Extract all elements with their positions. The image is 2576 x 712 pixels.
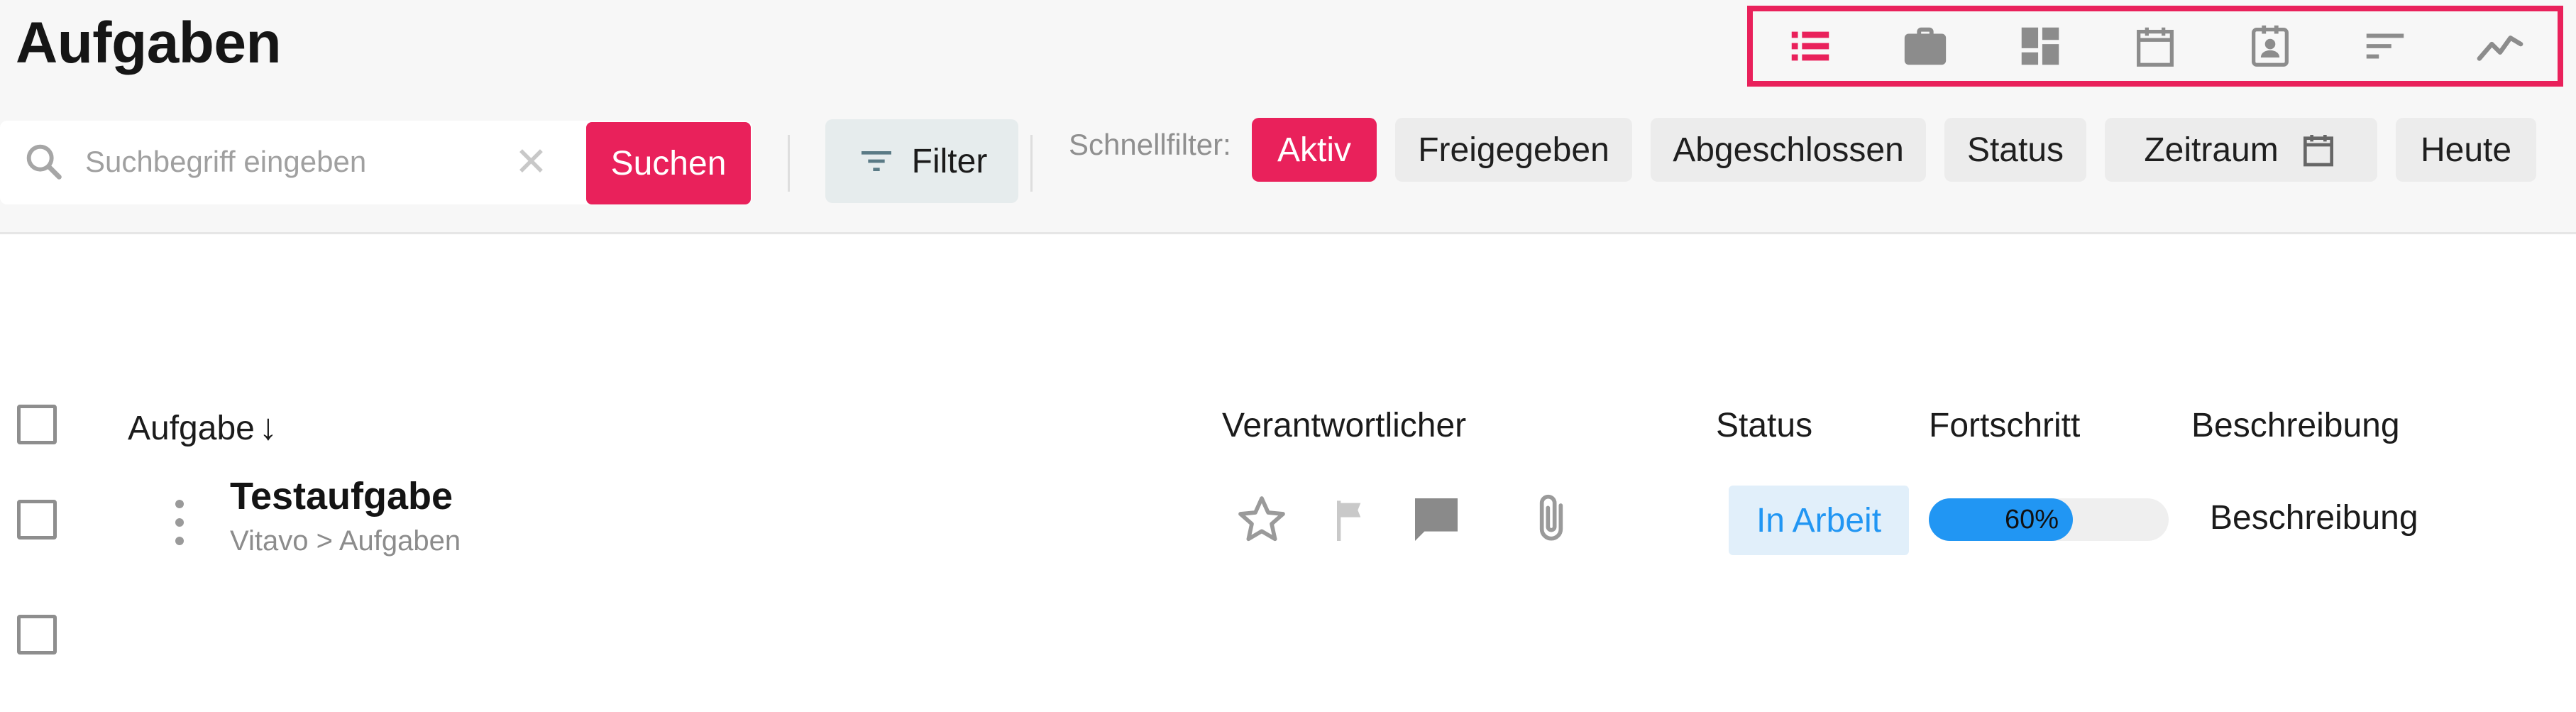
favorite-button[interactable] bbox=[1232, 490, 1292, 549]
chip-label: Aktiv bbox=[1277, 131, 1351, 169]
quick-filter-zeitraum[interactable]: Zeitraum bbox=[2105, 118, 2377, 182]
calendar-icon bbox=[2137, 27, 2174, 67]
description-cell: Beschreibung bbox=[2210, 499, 2418, 537]
filter-label: Filter bbox=[911, 142, 988, 180]
divider bbox=[788, 135, 790, 192]
flag-button[interactable] bbox=[1321, 490, 1381, 549]
view-board-button[interactable] bbox=[2008, 14, 2072, 78]
quick-filter-aktiv[interactable]: Aktiv bbox=[1252, 118, 1377, 182]
task-title[interactable]: Testaufgabe bbox=[230, 474, 453, 518]
filter-icon bbox=[861, 151, 891, 171]
view-contacts-button[interactable] bbox=[2238, 14, 2302, 78]
select-all-checkbox[interactable] bbox=[17, 405, 57, 444]
progress-bar: 60% bbox=[1929, 498, 2169, 541]
list-view-icon bbox=[1791, 31, 1829, 61]
search-icon bbox=[26, 144, 62, 180]
quick-filter-abgeschlossen[interactable]: Abgeschlossen bbox=[1651, 118, 1926, 182]
clear-search-icon[interactable]: ✕ bbox=[514, 142, 548, 182]
view-sorted-list-button[interactable] bbox=[2353, 14, 2417, 78]
trend-chart-icon bbox=[2477, 35, 2523, 61]
column-header-owner[interactable]: Verantwortlicher bbox=[1222, 406, 1466, 445]
sort-lines-icon bbox=[2366, 33, 2404, 59]
view-projects-button[interactable] bbox=[1893, 14, 1957, 78]
filter-button[interactable]: Filter bbox=[825, 119, 1018, 203]
view-chart-button[interactable] bbox=[2468, 14, 2532, 78]
attachments-button[interactable] bbox=[1521, 490, 1581, 549]
view-list-button[interactable] bbox=[1778, 14, 1842, 78]
calendar-icon bbox=[2303, 135, 2333, 167]
row-checkbox[interactable] bbox=[17, 615, 57, 655]
quick-filter-heute[interactable]: Heute bbox=[2396, 118, 2536, 182]
task-path: Vitavo > Aufgaben bbox=[230, 525, 461, 557]
row-menu-icon[interactable] bbox=[169, 500, 190, 545]
chip-label: Heute bbox=[2420, 131, 2512, 169]
view-switcher bbox=[1747, 6, 2563, 87]
chip-label: Freigegeben bbox=[1418, 131, 1609, 169]
progress-label: 60% bbox=[2004, 504, 2059, 535]
status-badge[interactable]: In Arbeit bbox=[1729, 486, 1909, 555]
search-input[interactable] bbox=[85, 136, 497, 187]
column-header-status[interactable]: Status bbox=[1716, 406, 1812, 445]
quick-filter-label: Schnellfilter: bbox=[1069, 128, 1231, 161]
column-header-label: Aufgabe bbox=[128, 410, 255, 447]
chip-label: Zeitraum bbox=[2144, 131, 2279, 169]
column-header-task[interactable]: Aufgabe ↓ bbox=[128, 406, 277, 449]
quick-filter-freigegeben[interactable]: Freigegeben bbox=[1395, 118, 1632, 182]
flag-icon bbox=[1337, 500, 1361, 541]
chip-label: Abgeschlossen bbox=[1673, 131, 1904, 169]
search-button[interactable]: Suchen bbox=[586, 122, 751, 204]
row-checkbox[interactable] bbox=[17, 500, 57, 540]
quick-filter-status[interactable]: Status bbox=[1944, 118, 2086, 182]
column-header-description[interactable]: Beschreibung bbox=[2191, 406, 2400, 445]
comments-button[interactable] bbox=[1407, 490, 1466, 549]
contact-card-icon bbox=[2252, 25, 2289, 67]
column-header-progress[interactable]: Fortschritt bbox=[1929, 406, 2080, 445]
chip-label: Status bbox=[1966, 131, 2064, 169]
page-title: Aufgaben bbox=[16, 11, 282, 75]
comment-icon bbox=[1415, 498, 1458, 541]
dashboard-icon bbox=[2021, 27, 2059, 65]
star-outline-icon bbox=[1238, 496, 1285, 542]
briefcase-icon bbox=[1904, 27, 1947, 65]
divider bbox=[1030, 135, 1033, 192]
view-calendar-button[interactable] bbox=[2123, 14, 2187, 78]
sort-down-icon: ↓ bbox=[258, 407, 277, 448]
attachment-icon bbox=[1539, 494, 1563, 541]
